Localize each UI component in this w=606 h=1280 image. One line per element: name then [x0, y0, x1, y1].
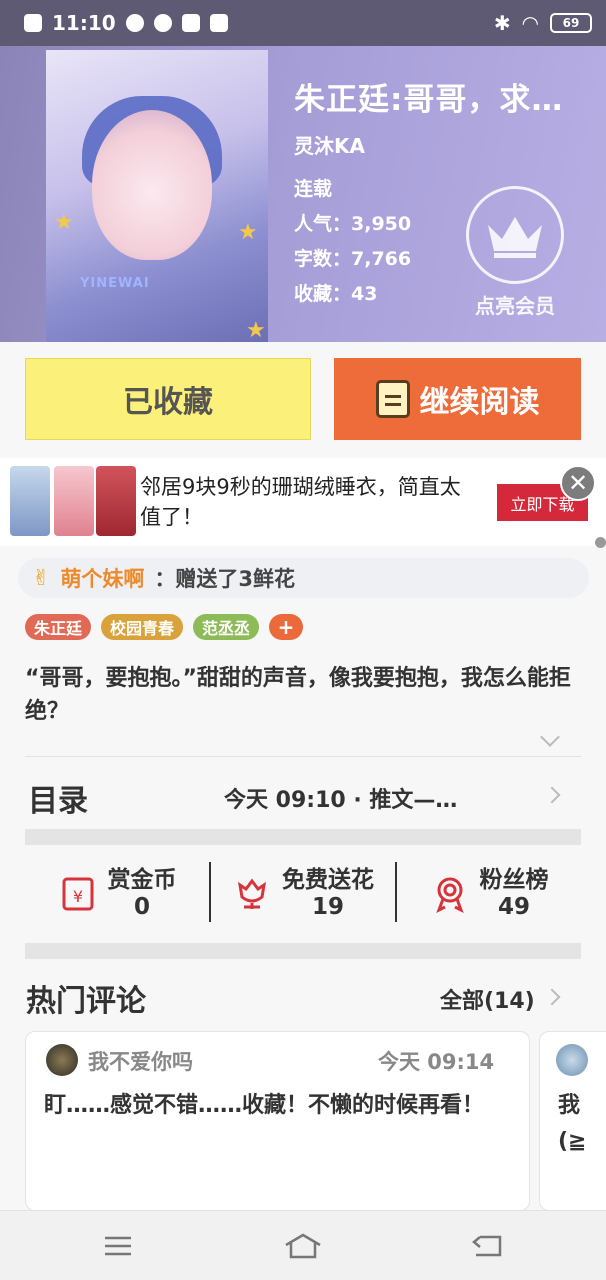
stat-label: 赏金币 — [107, 867, 177, 893]
comment-user[interactable]: 我不爱你吗 — [88, 1046, 193, 1076]
comment-body: 盯……感觉不错……收藏！不懒的时候再看！ — [44, 1093, 485, 1118]
gift-notice[interactable]: ✌ 萌个妹啊 ：赠送了3鲜花 — [18, 558, 589, 598]
book-icon — [375, 380, 410, 418]
avatar[interactable] — [556, 1044, 588, 1076]
shield-icon — [125, 14, 144, 32]
favorited-label: 已收藏 — [123, 385, 213, 420]
book-author[interactable]: 灵沐KA — [294, 130, 365, 159]
add-tag-button[interactable]: + — [269, 614, 304, 640]
star-icon: ★ — [54, 210, 74, 235]
vip-badge[interactable] — [466, 186, 564, 284]
comment-time: 今天 09:14 — [378, 1050, 495, 1074]
comment-body: 我 (≧ — [558, 1093, 587, 1154]
book-header: ★ ★ ★ YINEWAI 朱正廷:哥哥，求… 灵沐KA 连载 人气：3,950… — [0, 46, 606, 342]
fan-ranking-button[interactable]: 粉丝榜 49 — [397, 862, 581, 926]
ad-image — [54, 466, 94, 536]
star-icon: ★ — [238, 220, 258, 245]
favorited-button[interactable]: 已收藏 — [25, 358, 311, 440]
flower-icon — [232, 874, 272, 914]
cover-text: YINEWAI — [80, 276, 150, 291]
star-icon: ★ — [246, 318, 266, 342]
support-stats: ¥ 赏金币 0 免费送花 19 粉丝榜 49 — [25, 862, 581, 926]
ad-image — [10, 466, 50, 536]
ad-text[interactable]: 邻居9块9秒的珊瑚绒睡衣，简直太值了！ — [140, 472, 480, 532]
cover-face — [92, 110, 212, 260]
gift-message: ：赠送了3鲜花 — [154, 567, 296, 591]
ad-info-icon[interactable] — [595, 537, 606, 548]
book-meta: 连载 人气：3,950 字数：7,766 收藏：43 — [294, 172, 411, 312]
free-flower-button[interactable]: 免费送花 19 — [211, 862, 395, 926]
book-popularity: 人气：3,950 — [294, 213, 412, 235]
system-nav-bar — [0, 1210, 606, 1280]
toc-label[interactable]: 目录 — [28, 776, 88, 820]
svg-text:¥: ¥ — [72, 887, 82, 906]
vip-label[interactable]: 点亮会员 — [460, 290, 570, 319]
hot-comments-title: 热门评论 — [26, 984, 146, 1019]
book-favorites: 收藏：43 — [294, 283, 378, 305]
book-title: 朱正廷:哥哥，求… — [294, 82, 564, 118]
continue-reading-button[interactable]: 继续阅读 — [334, 358, 581, 440]
avatar[interactable] — [46, 1044, 78, 1076]
stat-label: 粉丝榜 — [479, 867, 549, 893]
reward-coins-button[interactable]: ¥ 赏金币 0 — [25, 862, 209, 926]
toc-latest-chapter[interactable]: 今天 09:10 · 推文—… — [224, 782, 457, 814]
stat-value: 0 — [133, 894, 150, 920]
back-icon[interactable] — [467, 1229, 507, 1263]
chevron-right-icon[interactable] — [543, 786, 561, 804]
status-bar: 11:10 ✱ ◠ 69 — [0, 0, 606, 46]
menu-icon[interactable] — [98, 1229, 138, 1263]
tag-item[interactable]: 朱正廷 — [25, 614, 92, 640]
crown-icon — [488, 217, 542, 258]
medal-icon — [430, 874, 470, 914]
divider — [25, 756, 581, 757]
section-divider — [25, 829, 581, 845]
book-word-count: 字数：7,766 — [294, 248, 412, 270]
battery-icon: 69 — [550, 13, 592, 33]
continue-reading-label: 继续阅读 — [419, 385, 540, 420]
notification-icon — [24, 14, 42, 32]
ad-image — [96, 466, 136, 536]
stat-value: 19 — [311, 894, 344, 920]
gift-user: 萌个妹啊 — [60, 567, 145, 591]
volume-icon — [209, 14, 228, 32]
chevron-down-icon[interactable] — [540, 727, 560, 747]
tag-item[interactable]: 范丞丞 — [193, 614, 260, 640]
red-envelope-icon: ¥ — [58, 874, 98, 914]
status-time: 11:10 — [52, 11, 116, 35]
all-comments-link[interactable]: 全部(14) — [440, 983, 535, 1015]
comment-card[interactable]: 我不爱你吗 今天 09:14 盯……感觉不错……收藏！不懒的时候再看！ — [25, 1031, 530, 1211]
clap-icon: ✌ — [32, 565, 51, 591]
wifi-icon: ◠ — [522, 11, 538, 35]
book-status: 连载 — [294, 178, 333, 200]
home-icon[interactable] — [283, 1229, 323, 1263]
close-icon[interactable]: ✕ — [560, 465, 596, 501]
comment-card[interactable]: 我 (≧ — [539, 1031, 606, 1211]
stat-label: 免费送花 — [282, 867, 374, 893]
section-divider — [25, 943, 581, 959]
message-icon — [181, 14, 200, 32]
tag-item[interactable]: 校园青春 — [101, 614, 184, 640]
book-cover[interactable]: ★ ★ ★ YINEWAI — [46, 50, 268, 342]
help-icon — [153, 14, 172, 32]
tag-list: 朱正廷 校园青春 范丞丞 + — [25, 614, 304, 640]
chevron-right-icon[interactable] — [543, 988, 561, 1006]
stat-value: 49 — [497, 894, 530, 920]
bluetooth-icon: ✱ — [493, 11, 511, 35]
book-intro[interactable]: “哥哥，要抱抱。”甜甜的声音，像我要抱抱，我怎么能拒绝？ — [25, 662, 581, 728]
